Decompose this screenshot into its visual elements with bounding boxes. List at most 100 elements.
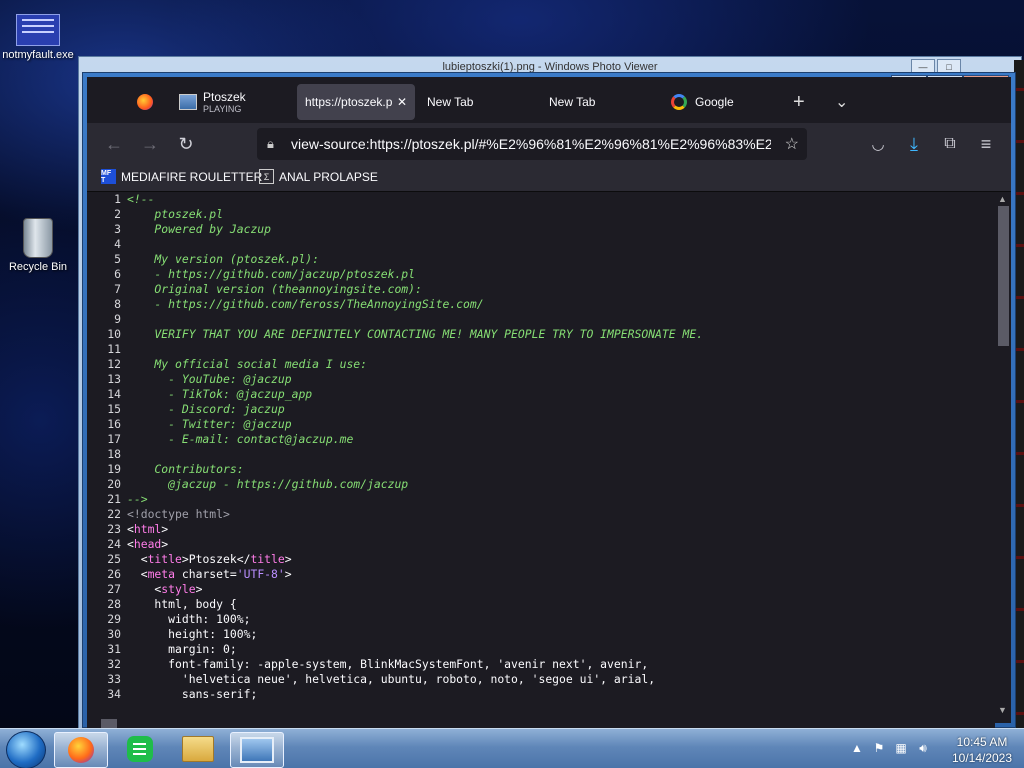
source-token: title [250,552,285,566]
firefox-icon [137,94,153,110]
source-line: 18 [87,447,995,462]
source-token: < [127,582,162,596]
source-token: meta [147,567,176,581]
volume-icon[interactable]: 🔊︎ [916,741,930,755]
start-button[interactable] [6,731,46,768]
show-hidden-icons-icon[interactable]: ▲ [850,741,864,755]
source-text: - YouTube: @jaczup [127,372,292,386]
source-line: 30 height: 100%; [87,627,995,642]
lock-icon[interactable]: 🔒︎ [267,136,283,152]
line-number: 27 [107,582,121,596]
firefox-view-button[interactable] [137,84,165,120]
back-arrow-icon[interactable]: ← [101,131,127,157]
bookmarks-toolbar: MF T MEDIAFIRE ROULETTER Σ ANAL PROLAPSE [87,165,1011,192]
bookmark-label: ANAL PROLAPSE [279,169,378,184]
source-text: Contributors: [127,462,244,476]
line-number: 7 [114,282,121,296]
line-number: 8 [114,297,121,311]
source-line: 22 <!doctype html> [87,507,995,522]
scrollbar-thumb[interactable] [998,206,1009,346]
source-line: 11 [87,342,995,357]
forward-arrow-icon[interactable]: → [137,131,163,157]
taskbar-explorer[interactable] [172,732,224,766]
tab-new-tab-1[interactable]: New Tab [427,84,537,120]
source-line: 5 My version (ptoszek.pl): [87,252,995,267]
line-number: 3 [114,222,121,236]
firefox-window[interactable]: — □ ✕ Ptoszek PLAYING https://ptoszek.p … [82,72,1016,731]
google-icon [671,94,687,110]
source-token: > [284,567,292,581]
taskbar-photo-viewer[interactable] [230,732,284,768]
close-tab-icon[interactable]: ✕ [397,95,407,109]
url-text[interactable]: view-source:https://ptoszek.pl/#%E2%96%8… [291,136,771,152]
page-source-view[interactable]: 1 <!-- 2 ptoszek.pl 3 Powered by Jaczup 4 5 M… [87,192,995,717]
tab-view-source[interactable]: https://ptoszek.p ✕ [297,84,415,120]
clock-date: 10/14/2023 [951,751,1013,765]
line-number: 15 [107,402,121,416]
line-number: 26 [107,567,121,581]
folder-icon [182,736,214,762]
line-number: 19 [107,462,121,476]
source-line: 10 VERIFY THAT YOU ARE DEFINITELY CONTAC… [87,327,995,342]
scroll-down-icon[interactable]: ▼ [998,705,1008,715]
pocket-icon[interactable]: ◡ [865,131,891,157]
source-line: 9 [87,312,995,327]
action-center-flag-icon[interactable]: ⚑ [872,741,886,755]
source-line: 19 Contributors: [87,462,995,477]
network-icon[interactable]: ▦ [894,741,908,755]
line-number: 17 [107,432,121,446]
navigation-toolbar: ← → ↻ 🔒︎ view-source:https://ptoszek.pl/… [87,123,1011,165]
vertical-scrollbar[interactable]: ▲ ▼ [995,192,1011,717]
desktop-icon-recycle-bin[interactable]: Recycle Bin [0,218,76,273]
source-text: - TikTok: @jaczup_app [127,387,313,401]
menu-icon[interactable]: ≡ [973,131,999,157]
new-tab-button[interactable]: + [793,84,813,120]
scroll-up-icon[interactable]: ▲ [998,194,1008,204]
source-line: 29 width: 100%; [87,612,995,627]
source-line: 23 <html> [87,522,995,537]
reload-icon[interactable]: ↻ [173,131,199,157]
line-number: 13 [107,372,121,386]
list-all-tabs-button[interactable]: ⌄ [835,84,855,120]
line-number: 9 [114,312,121,326]
tab-title: https://ptoszek.p [305,95,393,109]
source-token: 'UTF-8' [236,567,285,581]
firefox-icon [68,737,94,763]
bookmark-second[interactable]: Σ ANAL PROLAPSE [259,169,378,184]
tab-new-tab-2[interactable]: New Tab [549,84,659,120]
source-text: My official social media I use: [127,357,368,371]
source-line: 4 [87,237,995,252]
source-line: 27 <style> [87,582,995,597]
desktop-icon-notmyfault[interactable]: notmyfault.exe [0,14,76,61]
line-number: 4 [114,237,121,251]
taskbar-notes-app[interactable] [114,732,166,766]
line-number: 21 [107,492,121,506]
source-text: --> [127,492,148,506]
source-text: <!doctype html> [127,507,230,521]
extensions-icon[interactable]: ⧉ [937,131,963,157]
photo-viewer-icon [240,737,274,763]
line-number: 2 [114,207,121,221]
tab-google[interactable]: Google [671,84,781,120]
tab-ptoszek[interactable]: Ptoszek PLAYING [179,84,291,120]
downloads-icon[interactable]: ⤓ [901,131,927,157]
source-text: VERIFY THAT YOU ARE DEFINITELY CONTACTIN… [127,327,704,341]
image-favicon-icon [179,94,197,110]
bookmark-star-icon[interactable]: ☆ [785,134,799,154]
source-line: 14 - TikTok: @jaczup_app [87,387,995,402]
tab-title: Ptoszek [203,90,246,104]
taskbar-firefox[interactable] [54,732,108,768]
line-number: 23 [107,522,121,536]
address-bar[interactable]: 🔒︎ view-source:https://ptoszek.pl/#%E2%9… [257,128,807,160]
source-token: > [161,522,169,536]
source-line: 28 html, body { [87,597,995,612]
source-token: > [195,582,203,596]
line-number: 25 [107,552,121,566]
tab-title: Google [695,95,734,109]
line-number: 18 [107,447,121,461]
bookmark-mediafire[interactable]: MF T MEDIAFIRE ROULETTER [101,169,262,184]
clock[interactable]: 10:45 AM 10/14/2023 [946,734,1018,766]
line-number: 33 [107,672,121,686]
source-text: My version (ptoszek.pl): [127,252,320,266]
source-text: font-family: -apple-system, BlinkMacSyst… [127,657,649,671]
